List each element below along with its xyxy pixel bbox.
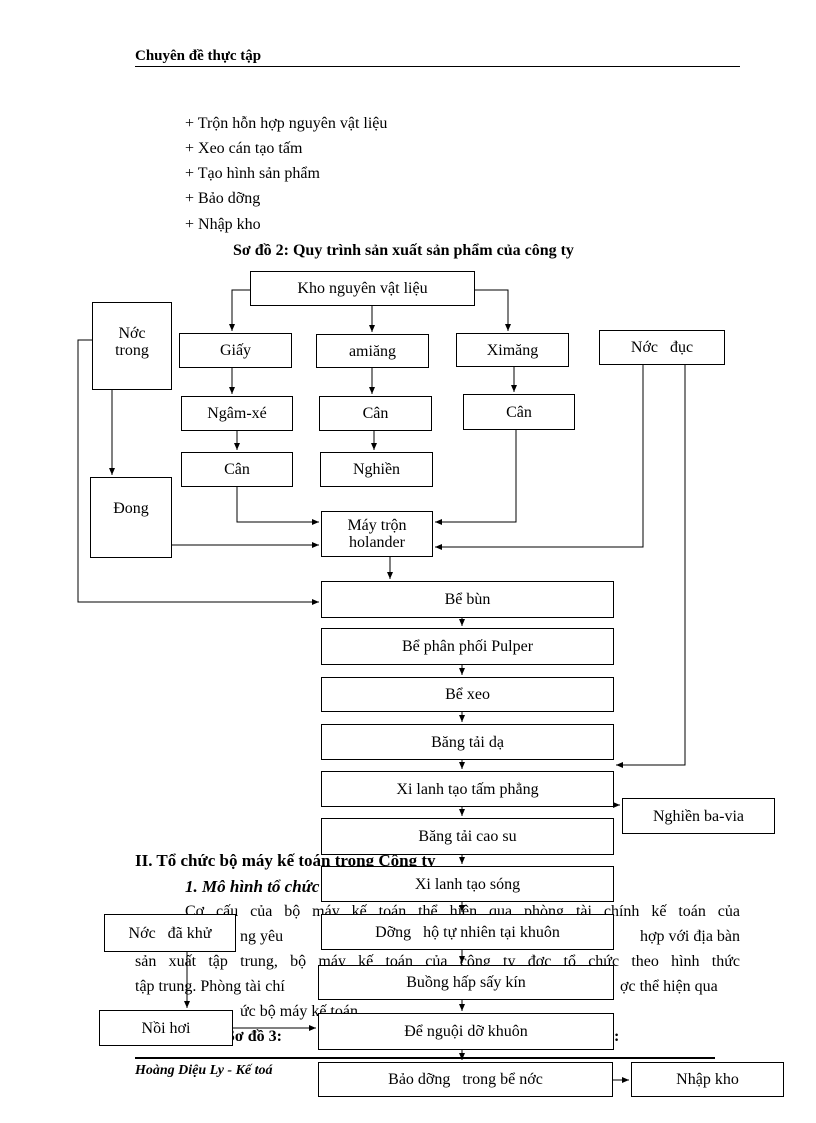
box-ngam-xe: Ngâm-xé: [181, 396, 293, 431]
box-xi-lanh-tao-tam-phang: Xi lanh tạo tấm phẳng: [321, 771, 614, 807]
box-nghien: Nghiền: [320, 452, 433, 487]
box-nuoc-da-khu: Nớc đã khử: [104, 914, 236, 952]
box-bang-tai-da: Băng tải dạ: [321, 724, 614, 760]
box-dong: Đong: [90, 477, 172, 558]
box-xi-lanh-tao-song: Xi lanh tạo sóng: [321, 866, 614, 902]
box-can: Cân: [181, 452, 293, 487]
box-nhap-kho: Nhập kho: [631, 1062, 784, 1097]
box-be-bun: Bể bùn: [321, 581, 614, 618]
box-buong-hap-say-kin: Buồng hấp sấy kín: [318, 965, 614, 1000]
box-giay: Giấy: [179, 333, 292, 368]
document-page: Chuyên đề thực tập + Trộn hỗn hợp nguyên…: [0, 0, 816, 1123]
box-kho-nguyen-vat-lieu: Kho nguyên vật liệu: [250, 271, 475, 306]
box-can: Cân: [319, 396, 432, 431]
box-nghien-ba-via: Nghiền ba-via: [622, 798, 775, 834]
box-noi-hoi: Nồi hơi: [99, 1010, 233, 1046]
box-may-tron-holander: Máy trộn holander: [321, 511, 433, 557]
box-be-phan-phoi: Bể phân phối Pulper: [321, 628, 614, 665]
box-bang-tai-cao-su: Băng tải cao su: [321, 818, 614, 855]
box-duong-ho-tu-nhien: Dỡng hộ tự nhiên tại khuôn: [321, 914, 614, 950]
box-nuoc-trong: Nớc trong: [92, 302, 172, 390]
box-can: Cân: [463, 394, 575, 430]
box-amiang: amiăng: [316, 334, 429, 368]
box-be-xeo: Bể xeo: [321, 677, 614, 712]
box-bao-duong-trong-be-nuoc: Bảo dỡng trong bể nớc: [318, 1062, 613, 1097]
box-ximang: Ximăng: [456, 333, 569, 367]
diagram-connectors: [77, 289, 686, 1083]
box-nuoc-duc: Nớc đục: [599, 330, 725, 365]
box-de-nguoi-do-khuon: Để nguội dỡ khuôn: [318, 1013, 614, 1050]
